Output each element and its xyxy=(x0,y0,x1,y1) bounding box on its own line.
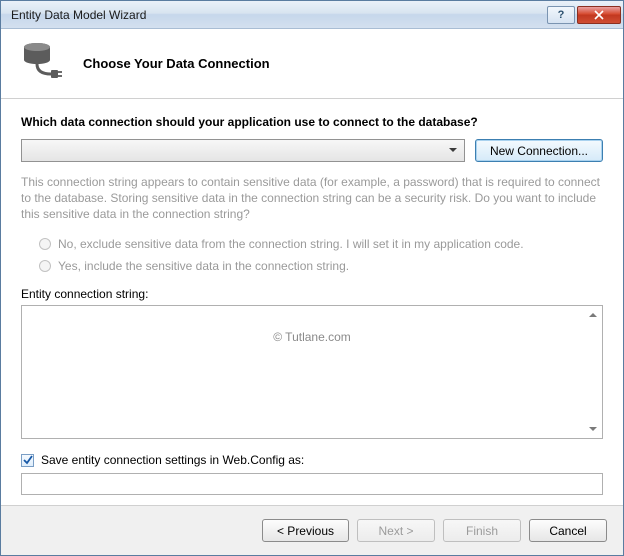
connection-row: New Connection... xyxy=(21,139,603,162)
save-settings-checkbox-row: Save entity connection settings in Web.C… xyxy=(21,453,603,467)
save-settings-checkbox[interactable] xyxy=(21,454,34,467)
radio-icon xyxy=(39,260,51,272)
cancel-label: Cancel xyxy=(549,524,586,538)
new-connection-label: New Connection... xyxy=(490,144,588,158)
titlebar: Entity Data Model Wizard ? xyxy=(1,1,623,29)
window-title: Entity Data Model Wizard xyxy=(11,8,545,22)
wizard-header: Choose Your Data Connection xyxy=(1,29,623,99)
radio-exclude: No, exclude sensitive data from the conn… xyxy=(39,237,603,251)
radio-include-label: Yes, include the sensitive data in the c… xyxy=(58,259,349,273)
connection-combobox[interactable] xyxy=(21,139,465,162)
connection-prompt: Which data connection should your applic… xyxy=(21,115,603,129)
scroll-up-icon[interactable] xyxy=(585,307,600,322)
close-button[interactable] xyxy=(577,6,621,24)
save-settings-name-input[interactable] xyxy=(21,473,603,495)
close-icon xyxy=(594,10,604,20)
entity-string-label: Entity connection string: xyxy=(21,287,603,301)
radio-include: Yes, include the sensitive data in the c… xyxy=(39,259,603,273)
entity-connection-string-textarea[interactable]: © Tutlane.com xyxy=(21,305,603,439)
previous-button[interactable]: < Previous xyxy=(262,519,349,542)
check-icon xyxy=(23,455,33,465)
watermark-text: © Tutlane.com xyxy=(273,330,351,344)
chevron-down-icon xyxy=(445,142,462,159)
save-settings-label: Save entity connection settings in Web.C… xyxy=(41,453,304,467)
database-plug-icon xyxy=(19,42,63,86)
next-button: Next > xyxy=(357,519,435,542)
help-button[interactable]: ? xyxy=(547,6,575,24)
help-icon: ? xyxy=(558,9,565,21)
radio-exclude-label: No, exclude sensitive data from the conn… xyxy=(58,237,524,251)
finish-label: Finish xyxy=(466,524,498,538)
page-title: Choose Your Data Connection xyxy=(83,56,270,71)
wizard-window: Entity Data Model Wizard ? xyxy=(0,0,624,556)
previous-label: < Previous xyxy=(277,524,334,538)
wizard-footer: < Previous Next > Finish Cancel xyxy=(1,505,623,555)
cancel-button[interactable]: Cancel xyxy=(529,519,607,542)
finish-button: Finish xyxy=(443,519,521,542)
radio-icon xyxy=(39,238,51,250)
sensitive-info-text: This connection string appears to contai… xyxy=(21,174,603,223)
next-label: Next > xyxy=(378,524,413,538)
new-connection-button[interactable]: New Connection... xyxy=(475,139,603,162)
scroll-down-icon[interactable] xyxy=(585,422,600,437)
titlebar-buttons: ? xyxy=(545,6,621,24)
content-area: Which data connection should your applic… xyxy=(1,99,623,505)
